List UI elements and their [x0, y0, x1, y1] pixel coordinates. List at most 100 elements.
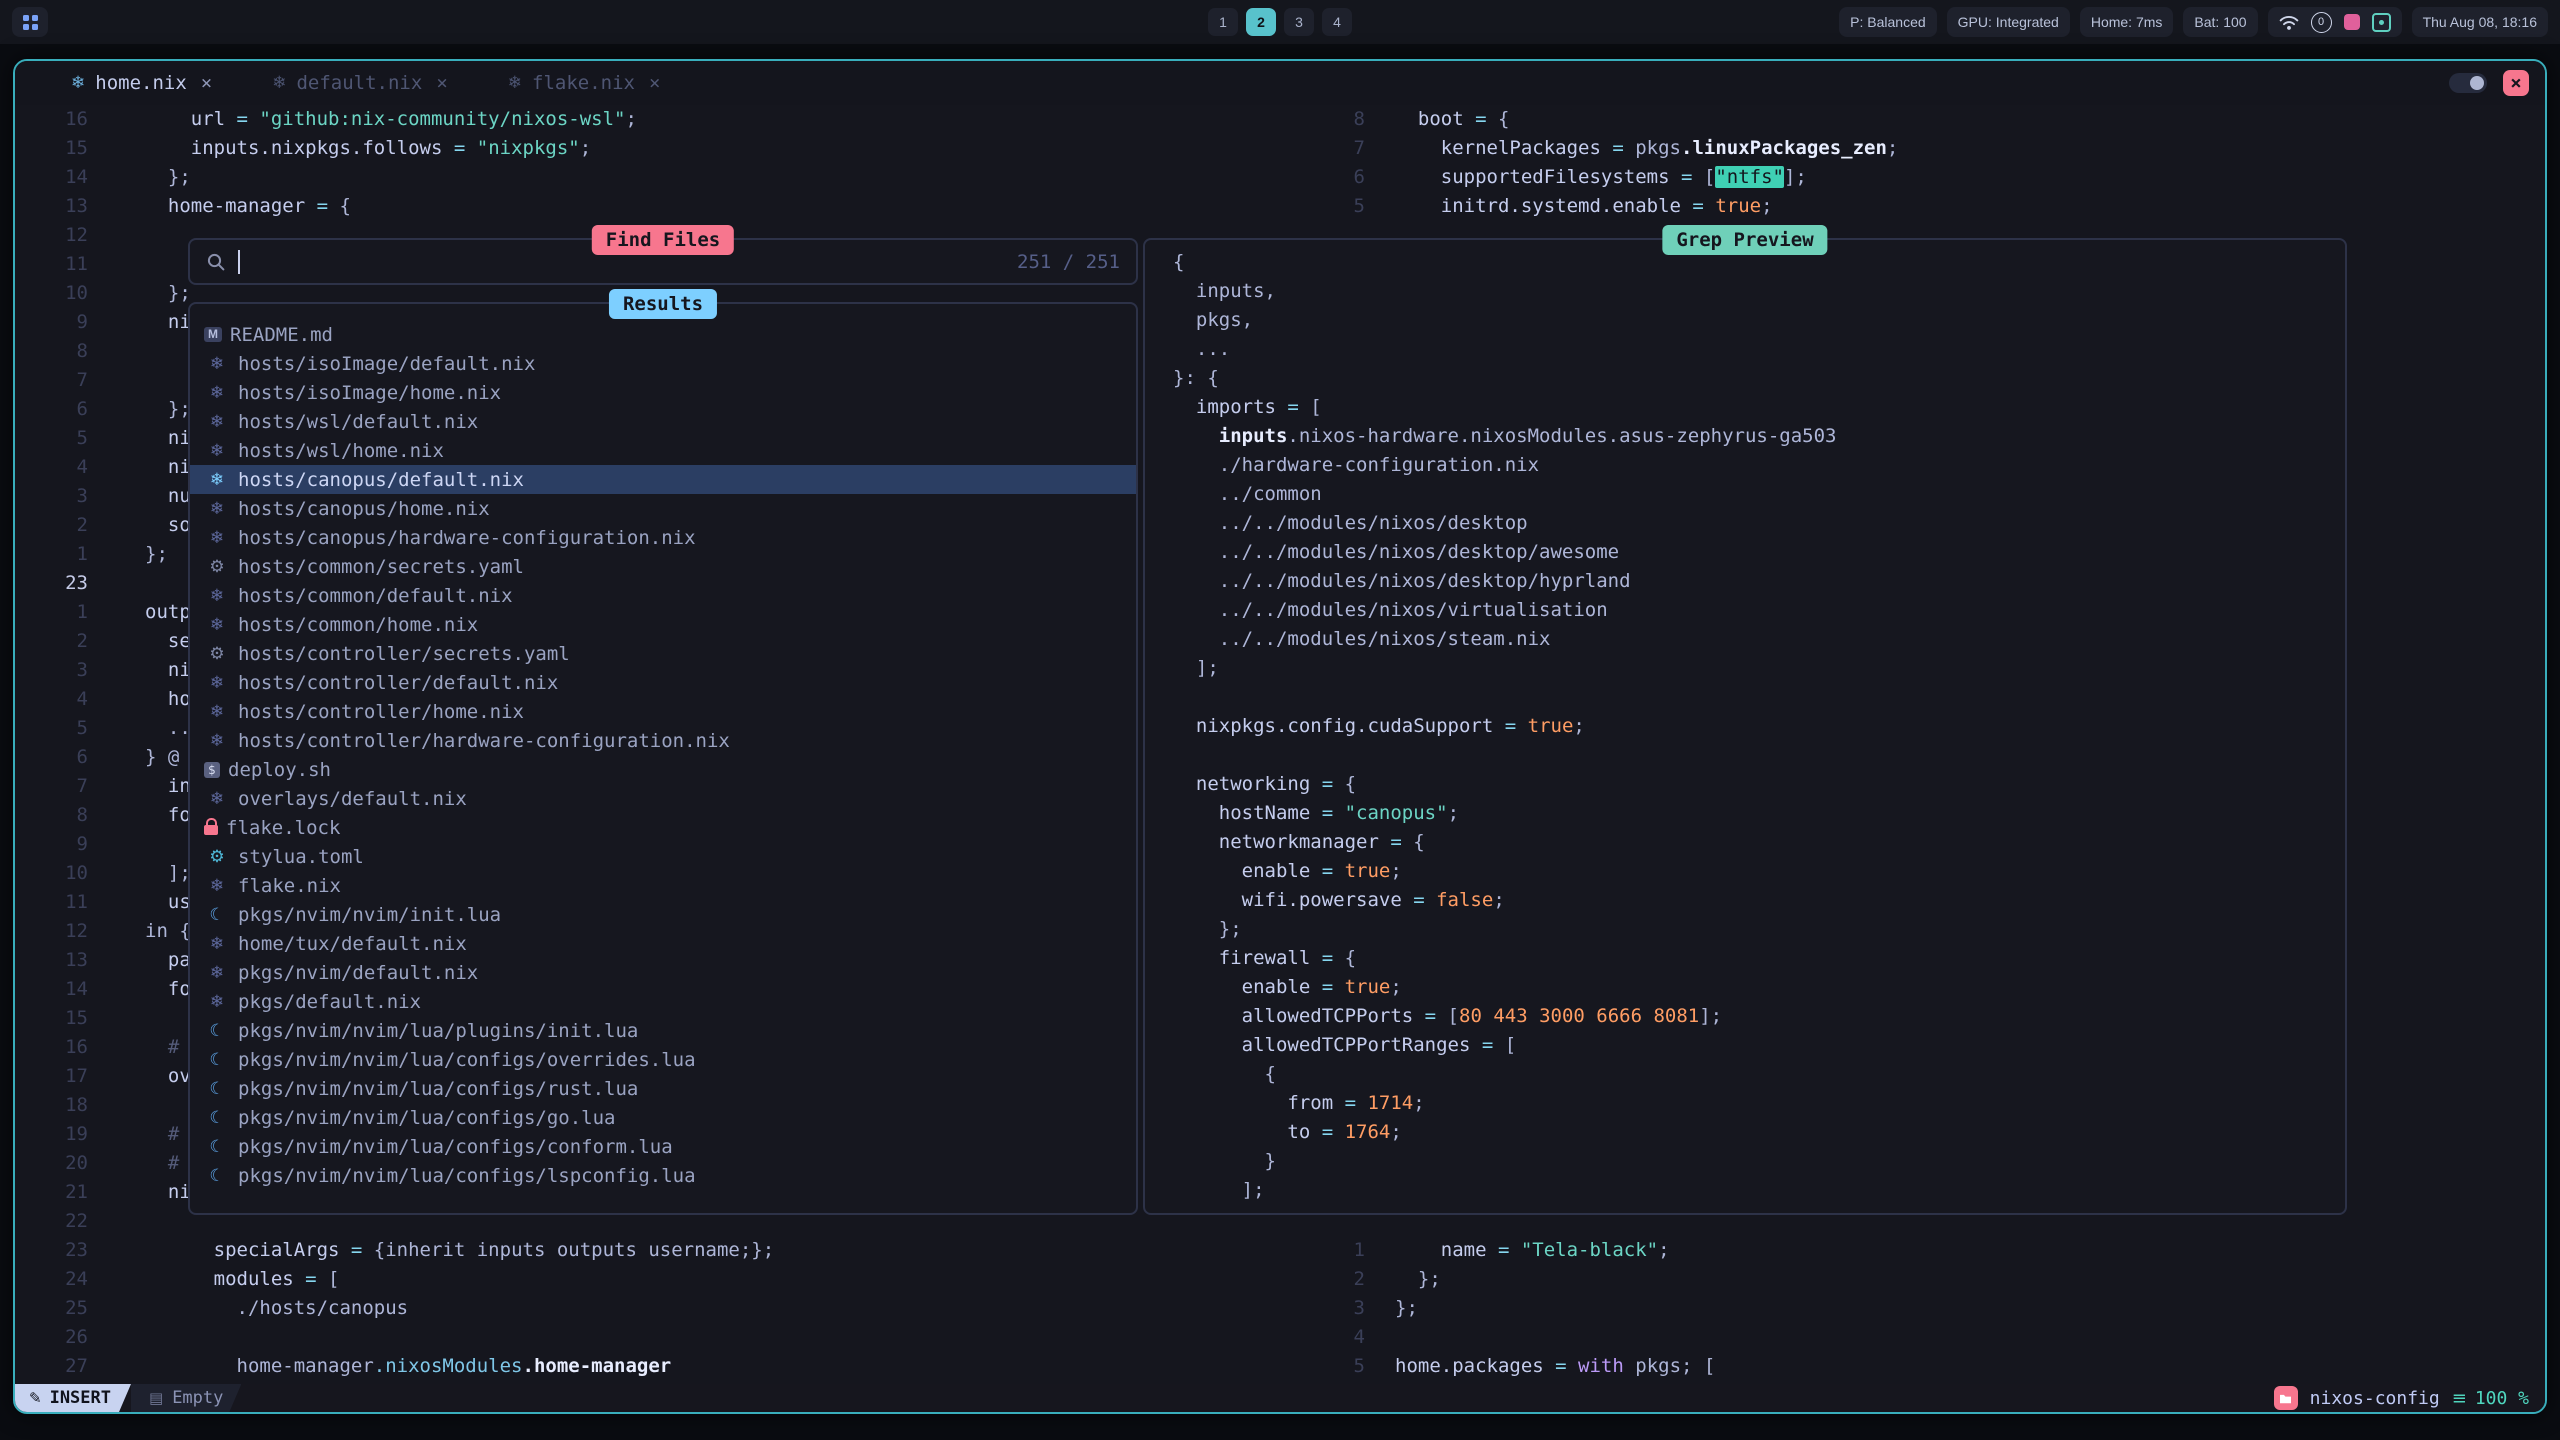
result-item[interactable]: ❄hosts/controller/default.nix: [190, 668, 1136, 697]
result-item[interactable]: ❄pkgs/nvim/default.nix: [190, 958, 1136, 987]
color-swatch-icon[interactable]: [2344, 14, 2360, 30]
file-name: hosts/wsl/default.nix: [238, 411, 478, 433]
result-item[interactable]: ⚙hosts/common/secrets.yaml: [190, 552, 1136, 581]
result-item[interactable]: ⚙hosts/controller/secrets.yaml: [190, 639, 1136, 668]
file-name: pkgs/default.nix: [238, 991, 421, 1013]
line-number: 4: [1323, 1323, 1365, 1352]
result-item[interactable]: MREADME.md: [190, 320, 1136, 349]
result-item[interactable]: ❄home/tux/default.nix: [190, 929, 1136, 958]
code-line[interactable]: 26: [15, 1323, 1323, 1352]
line-number: 13: [15, 192, 88, 221]
result-item[interactable]: ☾pkgs/nvim/nvim/lua/plugins/init.lua: [190, 1016, 1136, 1045]
close-window-button[interactable]: ×: [2503, 70, 2529, 96]
code-text: };: [1395, 1294, 1418, 1323]
file-name: pkgs/nvim/nvim/lua/configs/rust.lua: [238, 1078, 638, 1100]
code-line[interactable]: 3};: [1323, 1294, 2545, 1323]
workspace-button-4[interactable]: 4: [1322, 8, 1352, 36]
file-icon: ▤: [149, 1389, 163, 1407]
close-tab-button[interactable]: ×: [436, 72, 447, 94]
preview-line: }: [1173, 1147, 2345, 1176]
result-item[interactable]: ☾pkgs/nvim/nvim/lua/configs/overrides.lu…: [190, 1045, 1136, 1074]
code-line[interactable]: 27 home-manager.nixosModules.home-manage…: [15, 1352, 1323, 1381]
code-line[interactable]: 6 supportedFilesystems = ["ntfs"];: [1323, 163, 2545, 192]
result-item[interactable]: ❄hosts/canopus/home.nix: [190, 494, 1136, 523]
result-item[interactable]: ❄hosts/wsl/home.nix: [190, 436, 1136, 465]
result-item[interactable]: ❄hosts/controller/hardware-configuration…: [190, 726, 1136, 755]
preview-line: [1173, 683, 2345, 712]
result-item[interactable]: $deploy.sh: [190, 755, 1136, 784]
lua-file-icon: ☾: [204, 1103, 230, 1132]
result-item[interactable]: ☾pkgs/nvim/nvim/lua/configs/rust.lua: [190, 1074, 1136, 1103]
close-tab-button[interactable]: ×: [201, 72, 212, 94]
code-line[interactable]: 15 inputs.nixpkgs.follows = "nixpkgs";: [15, 134, 1323, 163]
result-item[interactable]: flake.lock: [190, 813, 1136, 842]
result-item[interactable]: ☾pkgs/nvim/nvim/lua/configs/go.lua: [190, 1103, 1136, 1132]
line-number: 23: [15, 1236, 88, 1265]
line-number: 13: [15, 946, 88, 975]
code-text: inputs.nixpkgs.follows = "nixpkgs";: [145, 134, 591, 163]
line-number: 14: [15, 975, 88, 1004]
code-text: outp: [145, 598, 191, 627]
preview-line: inputs,: [1173, 277, 2345, 306]
tab-home-nix[interactable]: ❄ home.nix ×: [49, 61, 234, 105]
workspace-button-3[interactable]: 3: [1284, 8, 1314, 36]
code-text: ..: [145, 714, 191, 743]
code-line[interactable]: 23 specialArgs = {inherit inputs outputs…: [15, 1236, 1323, 1265]
code-line[interactable]: 5home.packages = with pkgs; [: [1323, 1352, 2545, 1381]
line-number: 6: [15, 395, 88, 424]
close-tab-button[interactable]: ×: [649, 72, 660, 94]
nix-file-icon: ❄: [204, 349, 230, 378]
line-number: 9: [15, 308, 88, 337]
result-item[interactable]: ☾pkgs/nvim/nvim/init.lua: [190, 900, 1136, 929]
code-text: home-manager.nixosModules.home-manager: [145, 1352, 671, 1381]
result-item[interactable]: ☾pkgs/nvim/nvim/lua/configs/conform.lua: [190, 1132, 1136, 1161]
preview-line: ../../modules/nixos/desktop/awesome: [1173, 538, 2345, 567]
nix-file-icon: ❄: [204, 523, 230, 552]
code-line[interactable]: 1 name = "Tela-black";: [1323, 1236, 2545, 1265]
result-item[interactable]: ❄hosts/common/home.nix: [190, 610, 1136, 639]
nix-file-icon: ❄: [204, 987, 230, 1016]
result-item[interactable]: ❄hosts/controller/home.nix: [190, 697, 1136, 726]
code-text: ho: [145, 685, 191, 714]
wifi-icon[interactable]: [2279, 14, 2299, 31]
code-line[interactable]: 2 };: [1323, 1265, 2545, 1294]
code-line[interactable]: 16 url = "github:nix-community/nixos-wsl…: [15, 105, 1323, 134]
split-toggle-button[interactable]: [2449, 73, 2487, 93]
result-item[interactable]: ❄ pkgs/default.nix: [190, 987, 1136, 1016]
code-line[interactable]: 14 };: [15, 163, 1323, 192]
code-text: home.packages = with pkgs; [: [1395, 1352, 1715, 1381]
tab-flake-nix[interactable]: ❄ flake.nix ×: [486, 61, 683, 105]
code-line[interactable]: 7 kernelPackages = pkgs.linuxPackages_ze…: [1323, 134, 2545, 163]
code-line[interactable]: 8 boot = {: [1323, 105, 2545, 134]
result-item[interactable]: ⚙stylua.toml: [190, 842, 1136, 871]
code-line[interactable]: 5 initrd.systemd.enable = true;: [1323, 192, 2545, 221]
result-item[interactable]: ❄overlays/default.nix: [190, 784, 1136, 813]
code-text: kernelPackages = pkgs.linuxPackages_zen;: [1395, 134, 1898, 163]
tab-label: flake.nix: [532, 72, 635, 94]
workspace-button-1[interactable]: 1: [1208, 8, 1238, 36]
result-item[interactable]: ❄flake.nix: [190, 871, 1136, 900]
result-item[interactable]: ❄hosts/canopus/hardware-configuration.ni…: [190, 523, 1136, 552]
workspace-button-2[interactable]: 2: [1246, 8, 1276, 36]
code-line[interactable]: 4: [1323, 1323, 2545, 1352]
tab-default-nix[interactable]: ❄ default.nix ×: [250, 61, 470, 105]
notifications-badge[interactable]: 0: [2311, 12, 2332, 33]
result-item[interactable]: ❄hosts/common/default.nix: [190, 581, 1136, 610]
code-text: };: [1395, 1265, 1441, 1294]
line-number: 11: [15, 250, 88, 279]
code-line[interactable]: 25 ./hosts/canopus: [15, 1294, 1323, 1323]
app-launcher-button[interactable]: [12, 7, 48, 37]
line-number: 25: [15, 1294, 88, 1323]
result-item[interactable]: ☾pkgs/nvim/nvim/lua/configs/lspconfig.lu…: [190, 1161, 1136, 1190]
prompt-title: Find Files: [592, 225, 734, 255]
line-number: 8: [15, 337, 88, 366]
code-line[interactable]: 24 modules = [: [15, 1265, 1323, 1294]
code-line[interactable]: 13 home-manager = {: [15, 192, 1323, 221]
md-file-icon: M: [204, 327, 222, 342]
result-item[interactable]: ❄hosts/isoImage/default.nix: [190, 349, 1136, 378]
result-item[interactable]: ❄hosts/isoImage/home.nix: [190, 378, 1136, 407]
recorder-icon[interactable]: [2372, 13, 2391, 32]
result-item[interactable]: ❄hosts/canopus/default.nix: [190, 465, 1136, 494]
tabline: ❄ home.nix × ❄ default.nix × ❄ flake.nix…: [15, 61, 2545, 105]
result-item[interactable]: ❄hosts/wsl/default.nix: [190, 407, 1136, 436]
